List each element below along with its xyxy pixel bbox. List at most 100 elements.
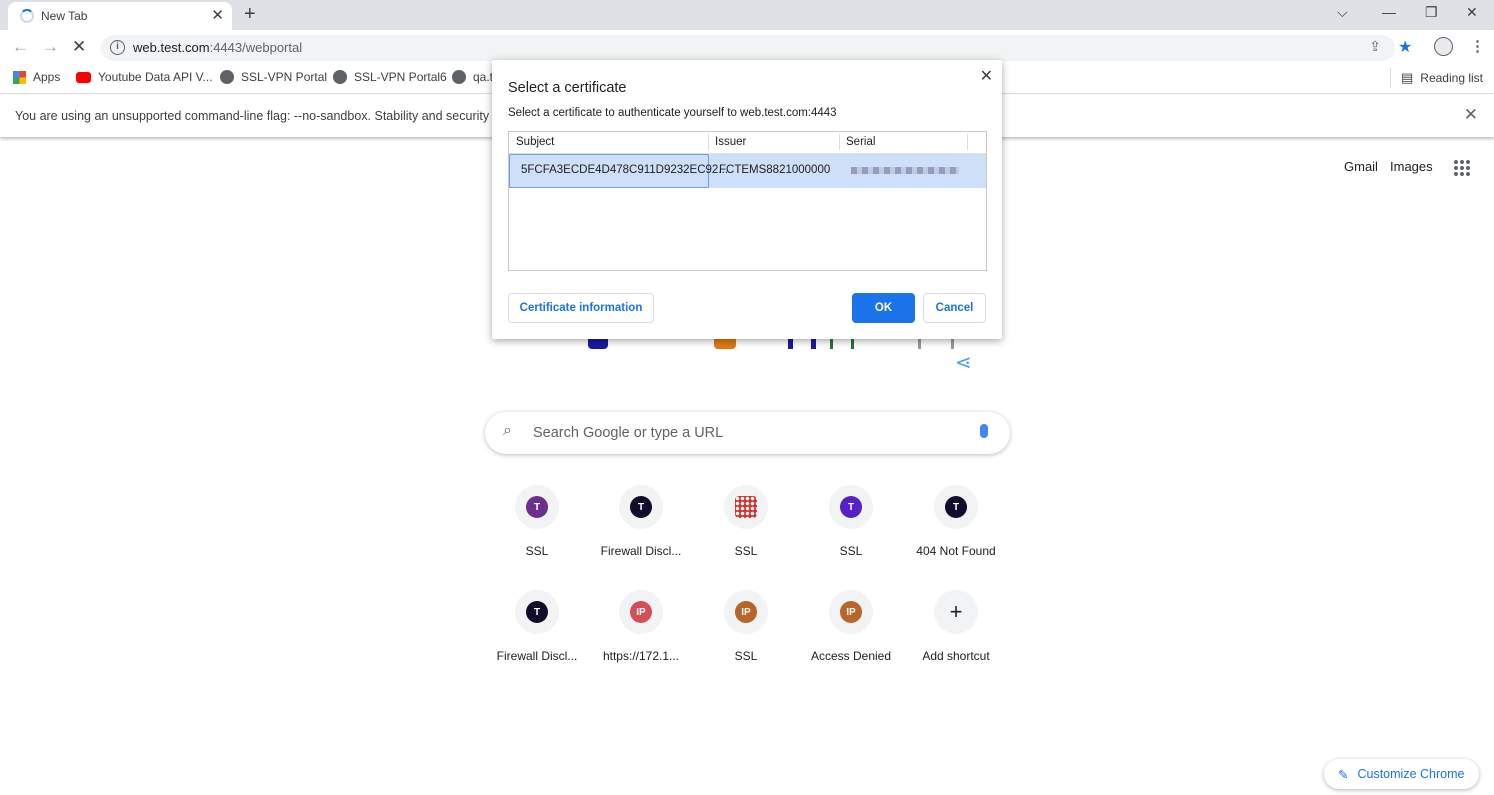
certificate-information-button[interactable]: Certificate information: [508, 293, 654, 323]
shortcut-tile[interactable]: IP SSL: [694, 590, 798, 663]
shortcut-icon: T: [619, 485, 663, 529]
bookmark-label: Apps: [33, 70, 61, 84]
share-icon[interactable]: ⇪: [1369, 38, 1381, 55]
column-subject[interactable]: Subject: [516, 136, 554, 148]
tab-search-icon[interactable]: ⌵: [1337, 4, 1348, 21]
bookmark-label: Youtube Data API V...: [98, 70, 213, 84]
doodle-fragment: [714, 339, 736, 349]
search-placeholder: Search Google or type a URL: [533, 425, 724, 441]
restore-button[interactable]: ❐: [1425, 4, 1438, 21]
doodle-fragment: [918, 339, 954, 349]
bookmark-label: SSL-VPN Portal: [241, 70, 328, 84]
globe-icon: [333, 70, 347, 84]
shortcut-icon: T: [829, 485, 873, 529]
new-tab-button[interactable]: +: [244, 3, 256, 26]
cancel-button[interactable]: Cancel: [923, 293, 986, 323]
search-box[interactable]: ⌕ Search Google or type a URL: [485, 412, 1010, 454]
letter-avatar-icon: T: [630, 496, 652, 518]
letter-avatar-icon: IP: [735, 601, 757, 623]
bookmark-apps[interactable]: Apps: [13, 70, 60, 84]
shortcut-tile[interactable]: T 404 Not Found: [904, 485, 1008, 558]
cell-issuer: FCTEMS8821000000: [719, 164, 831, 176]
shortcut-label: SSL: [734, 649, 758, 663]
address-bar[interactable]: i web.test.com:4443/webportal ⇪: [101, 35, 1395, 61]
letter-avatar-icon: T: [526, 601, 548, 623]
table-header: Subject Issuer Serial: [509, 132, 986, 154]
menu-icon[interactable]: ⋮: [1470, 37, 1485, 55]
share-doodle-icon[interactable]: ⋖: [955, 350, 972, 375]
shortcut-tile[interactable]: T Firewall Discl...: [589, 485, 693, 558]
shortcut-tile[interactable]: T Firewall Discl...: [485, 590, 589, 663]
shortcut-tile[interactable]: IP https://172.1...: [589, 590, 693, 663]
shortcut-icon: IP: [724, 590, 768, 634]
column-serial[interactable]: Serial: [846, 136, 875, 148]
bookmark-youtube[interactable]: Youtube Data API V...: [76, 70, 213, 84]
microphone-icon[interactable]: [980, 424, 988, 438]
cell-serial-redacted: [851, 167, 959, 174]
shortcut-label: Access Denied: [810, 649, 892, 663]
site-info-icon[interactable]: i: [110, 40, 125, 55]
shortcut-label: SSL: [839, 544, 863, 558]
apps-launcher-icon[interactable]: [1453, 159, 1471, 177]
select-certificate-dialog: Select a certificate Select a certificat…: [492, 60, 1002, 339]
infobar-message: You are using an unsupported command-lin…: [15, 109, 505, 123]
forward-button[interactable]: →: [42, 37, 59, 57]
shortcut-tile[interactable]: + Add shortcut: [904, 590, 1008, 663]
doodle-fragment: [830, 339, 854, 349]
cell-subject: 5FCFA3ECDE4D478C911D9232EC92...: [509, 154, 728, 188]
globe-icon: [452, 70, 466, 84]
letter-avatar-icon: IP: [630, 601, 652, 623]
plus-icon: +: [949, 599, 963, 624]
shortcut-tile[interactable]: IP Access Denied: [799, 590, 903, 663]
customize-chrome-button[interactable]: ✎ Customize Chrome: [1324, 759, 1479, 789]
customize-label: Customize Chrome: [1357, 767, 1465, 781]
bookmark-star-icon[interactable]: ★: [1398, 37, 1412, 57]
reading-list-icon: ▤: [1401, 70, 1414, 85]
minimize-button[interactable]: —: [1382, 4, 1396, 20]
letter-avatar-icon: IP: [840, 601, 862, 623]
apps-grid-icon: [13, 70, 26, 84]
shortcut-icon: T: [515, 485, 559, 529]
letter-avatar-icon: T: [945, 496, 967, 518]
reading-list-label: Reading list: [1420, 71, 1483, 85]
shortcut-label: SSL: [734, 544, 758, 558]
bookmark-ssl-vpn[interactable]: SSL-VPN Portal: [220, 70, 327, 84]
images-link[interactable]: Images: [1390, 159, 1433, 174]
shortcut-tile[interactable]: T SSL: [485, 485, 589, 558]
shortcut-label: 404 Not Found: [916, 544, 996, 558]
close-dialog-icon[interactable]: ✕: [980, 66, 993, 86]
url-host: web.test.com: [133, 40, 210, 55]
bookmark-ssl-vpn6[interactable]: SSL-VPN Portal6: [333, 70, 447, 84]
tab-new-tab[interactable]: New Tab ✕: [8, 2, 232, 30]
site-favicon-icon: [735, 496, 757, 518]
shortcut-icon: T: [934, 485, 978, 529]
shortcut-tile[interactable]: SSL: [694, 485, 798, 558]
letter-avatar-icon: T: [526, 496, 548, 518]
table-row[interactable]: 5FCFA3ECDE4D478C911D9232EC92... FCTEMS88…: [509, 154, 986, 188]
bookmark-label: SSL-VPN Portal6: [354, 70, 447, 84]
bookmark-qa[interactable]: qa.t: [452, 70, 493, 84]
profile-avatar[interactable]: [1434, 37, 1453, 56]
close-window-button[interactable]: ✕: [1466, 4, 1478, 21]
back-button[interactable]: ←: [12, 37, 29, 57]
shortcut-label: https://172.1...: [602, 649, 680, 663]
shortcut-label: Firewall Discl...: [600, 544, 682, 558]
youtube-icon: [76, 71, 91, 83]
gmail-link[interactable]: Gmail: [1344, 159, 1378, 174]
column-issuer[interactable]: Issuer: [715, 136, 746, 148]
divider: [1390, 68, 1391, 88]
close-tab-icon[interactable]: ✕: [211, 6, 224, 24]
ok-button[interactable]: OK: [852, 293, 915, 323]
reading-list-button[interactable]: ▤ Reading list: [1401, 70, 1483, 86]
tab-title: New Tab: [41, 9, 88, 23]
shortcut-label: Add shortcut: [922, 649, 990, 663]
shortcut-label: SSL: [525, 544, 549, 558]
doodle-fragment: [588, 339, 608, 349]
globe-icon: [220, 70, 234, 84]
stop-button[interactable]: ✕: [72, 37, 86, 57]
bookmark-label: qa.t: [473, 70, 494, 84]
shortcut-tile[interactable]: T SSL: [799, 485, 903, 558]
close-infobar-icon[interactable]: ✕: [1464, 105, 1478, 125]
dialog-title: Select a certificate: [508, 80, 627, 96]
shortcut-label: Firewall Discl...: [496, 649, 578, 663]
